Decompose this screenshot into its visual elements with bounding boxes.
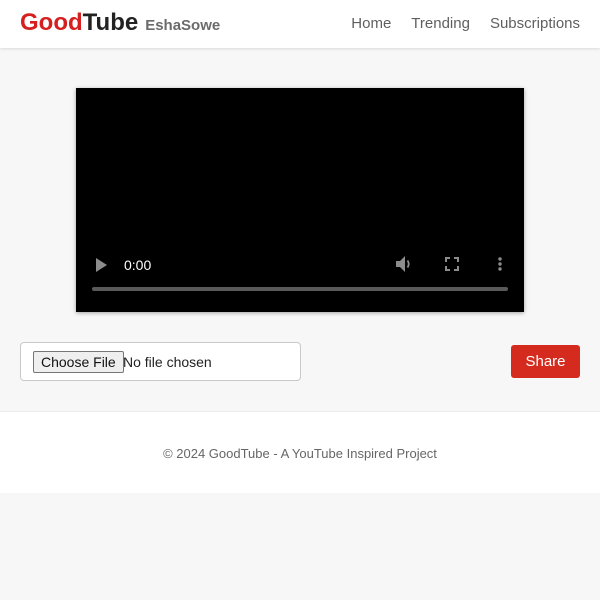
- more-options-icon[interactable]: [497, 256, 503, 272]
- top-navbar: Good Tube EshaSowe Home Trending Subscri…: [0, 0, 600, 48]
- choose-file-button[interactable]: Choose File: [33, 351, 124, 373]
- footer-copyright: © 2024 GoodTube - A YouTube Inspired Pro…: [163, 446, 437, 461]
- file-status-text: No file chosen: [123, 354, 212, 370]
- brand-logo[interactable]: Good Tube EshaSowe: [20, 9, 220, 37]
- nav-home-link[interactable]: Home: [351, 15, 391, 32]
- current-time: 0:00: [124, 257, 152, 273]
- nav-subscriptions-link[interactable]: Subscriptions: [490, 15, 580, 32]
- logo-text-good: Good: [20, 9, 83, 36]
- volume-icon[interactable]: [394, 255, 414, 273]
- nav-trending-link[interactable]: Trending: [411, 15, 470, 32]
- logo-text-tube: Tube: [82, 9, 139, 36]
- username-label: EshaSowe: [145, 17, 221, 34]
- share-button[interactable]: Share: [511, 345, 580, 378]
- play-icon[interactable]: [94, 257, 108, 273]
- progress-bar[interactable]: [92, 287, 508, 291]
- main-nav: Home Trending Subscriptions: [351, 15, 580, 32]
- file-upload: Choose File No file chosen: [20, 342, 301, 381]
- video-player[interactable]: 0:00: [76, 88, 524, 312]
- fullscreen-icon[interactable]: [445, 257, 459, 271]
- footer: © 2024 GoodTube - A YouTube Inspired Pro…: [0, 411, 600, 493]
